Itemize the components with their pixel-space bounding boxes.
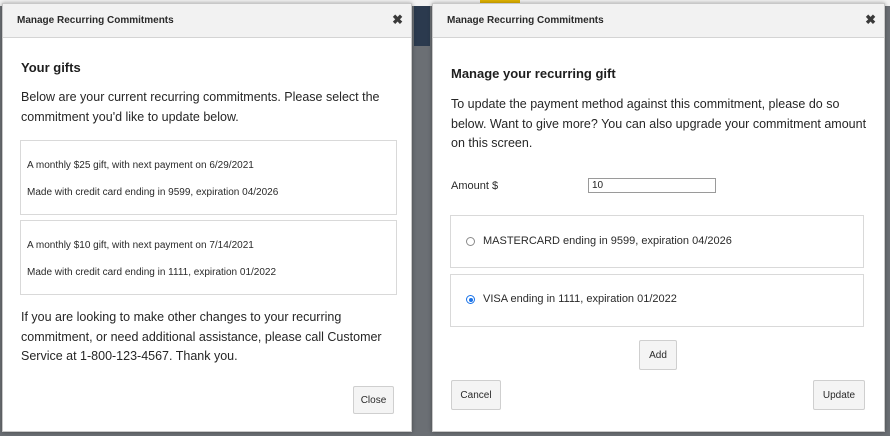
- section-heading: Your gifts: [21, 60, 81, 75]
- modal-header: Manage Recurring Commitments ✖: [433, 4, 884, 38]
- intro-text: Below are your current recurring commitm…: [21, 90, 380, 124]
- help-text: If you are looking to make other changes…: [21, 310, 382, 363]
- cancel-button[interactable]: Cancel: [451, 380, 501, 410]
- commitment-amount: A monthly $25 gift, with next payment on…: [27, 160, 254, 171]
- your-gifts-modal: Manage Recurring Commitments ✖ Your gift…: [2, 3, 412, 432]
- commitment-card-info: Made with credit card ending in 1111, ex…: [27, 267, 277, 278]
- commitment-card-2[interactable]: A monthly $10 gift, with next payment on…: [20, 220, 397, 295]
- radio-button-selected[interactable]: [466, 295, 475, 304]
- section-heading: Manage your recurring gift: [451, 66, 616, 81]
- intro-text: To update the payment method against thi…: [451, 97, 867, 150]
- add-button[interactable]: Add: [639, 340, 677, 370]
- close-icon[interactable]: ✖: [392, 12, 403, 28]
- payment-option-label: VISA ending in 1111, expiration 01/2022: [483, 293, 677, 305]
- modal-header: Manage Recurring Commitments ✖: [3, 4, 411, 38]
- modal-title: Manage Recurring Commitments: [17, 15, 174, 26]
- radio-button[interactable]: [466, 237, 475, 246]
- payment-option-visa[interactable]: VISA ending in 1111, expiration 01/2022: [450, 274, 864, 327]
- amount-label: Amount $: [451, 180, 499, 192]
- commitment-card-1[interactable]: A monthly $25 gift, with next payment on…: [20, 140, 397, 215]
- payment-option-mastercard[interactable]: MASTERCARD ending in 9599, expiration 04…: [450, 215, 864, 268]
- background-nav: [414, 6, 430, 46]
- manage-gift-modal: Manage Recurring Commitments ✖ Manage yo…: [432, 3, 885, 432]
- close-button[interactable]: Close: [353, 386, 394, 414]
- update-button[interactable]: Update: [813, 380, 865, 410]
- close-icon[interactable]: ✖: [865, 12, 876, 28]
- modal-title: Manage Recurring Commitments: [447, 15, 604, 26]
- payment-option-label: MASTERCARD ending in 9599, expiration 04…: [483, 235, 732, 247]
- commitment-card-info: Made with credit card ending in 9599, ex…: [27, 187, 279, 198]
- commitment-amount: A monthly $10 gift, with next payment on…: [27, 240, 254, 251]
- amount-input[interactable]: [588, 178, 716, 193]
